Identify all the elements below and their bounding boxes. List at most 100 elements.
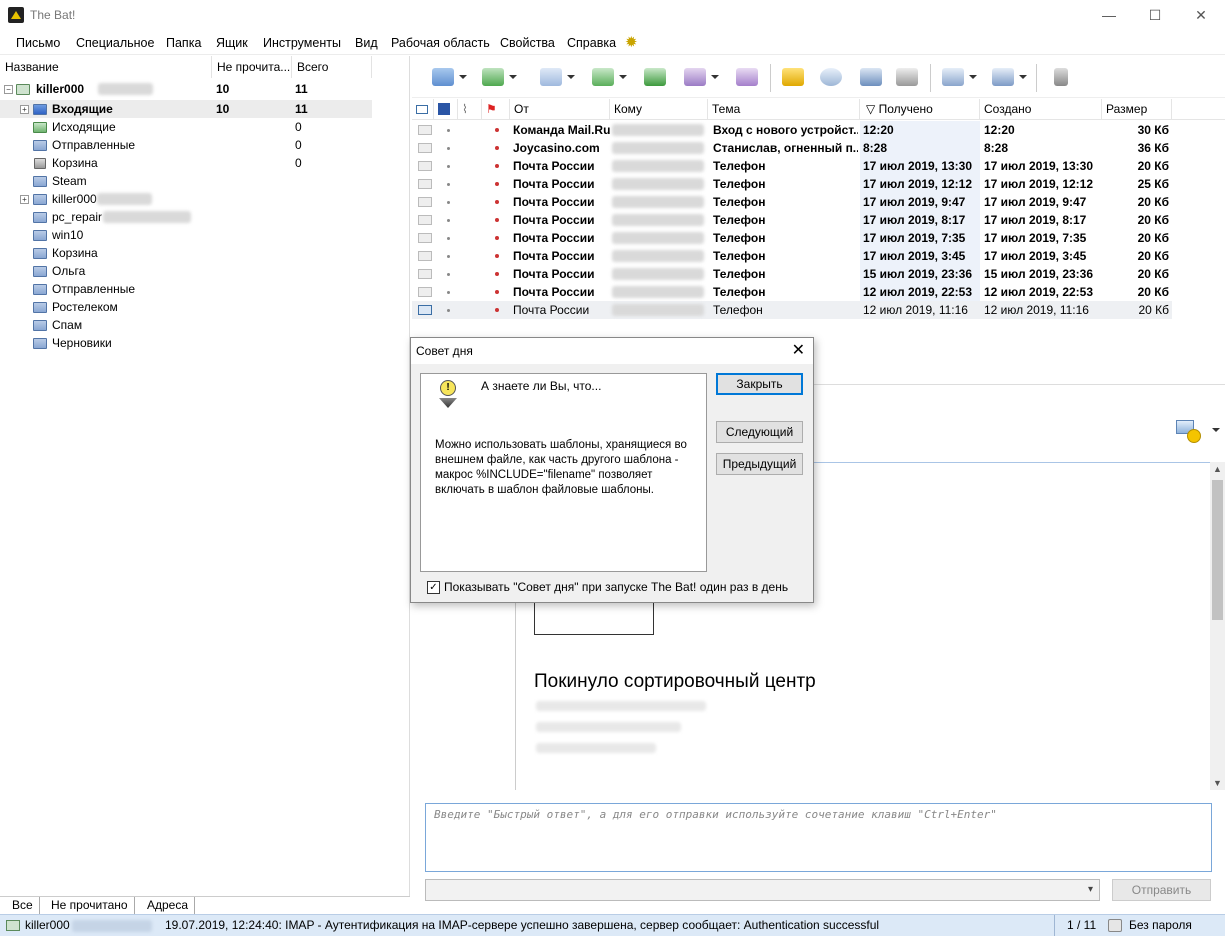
menu-view[interactable]: Вид xyxy=(355,36,378,50)
folder-steam[interactable]: Steam xyxy=(0,172,372,190)
folder-korzina[interactable]: Корзина xyxy=(0,244,372,262)
scroll-down-icon[interactable]: ▼ xyxy=(1213,778,1222,788)
account-row[interactable]: − killer000 10 11 xyxy=(0,80,372,98)
minimize-button[interactable]: — xyxy=(1086,0,1132,30)
tab-all[interactable]: Все xyxy=(6,897,40,914)
folder-sent-2[interactable]: Отправленные xyxy=(0,280,372,298)
preview-options-button[interactable] xyxy=(1176,418,1220,446)
delete-button[interactable] xyxy=(1046,62,1076,92)
expand-icon[interactable]: + xyxy=(20,105,29,114)
template-select[interactable]: ▾ xyxy=(425,879,1100,901)
column-received-label: Получено xyxy=(878,102,933,116)
message-row-selected[interactable]: Почта России Телефон 12 июл 2019, 11:16 12 … xyxy=(412,301,1172,319)
tab-unread[interactable]: Не прочитано xyxy=(45,897,135,914)
folder-sent[interactable]: Отправленные 0 xyxy=(0,136,372,154)
folder-total: 11 xyxy=(295,102,308,116)
folder-killer[interactable]: + killer000 xyxy=(0,190,372,208)
new-message-button[interactable] xyxy=(536,62,575,92)
message-row[interactable]: Joycasino.com Станислав, огненный п... 8:2… xyxy=(412,139,1172,157)
column-from[interactable]: От xyxy=(510,99,610,120)
column-received[interactable]: ▽ Получено xyxy=(860,99,980,120)
folder-outbox[interactable]: Исходящие 0 xyxy=(0,118,372,136)
dialog-close-icon[interactable]: ✕ xyxy=(792,341,805,361)
folder-label: Корзина xyxy=(52,156,98,170)
message-row[interactable]: Почта России Телефон 17 июл 2019, 13:30 17 … xyxy=(412,157,1172,175)
message-row[interactable]: Почта России Телефон 15 июл 2019, 23:36 15 … xyxy=(412,265,1172,283)
folder-drafts[interactable]: Черновики xyxy=(0,334,372,352)
menu-properties[interactable]: Свойства xyxy=(500,36,555,50)
folder-win10[interactable]: win10 xyxy=(0,226,372,244)
quick-reply-input[interactable]: Введите "Быстрый ответ", а для его отпра… xyxy=(425,803,1212,872)
column-to[interactable]: Кому xyxy=(610,99,708,120)
message-received: 12:20 xyxy=(863,123,894,137)
message-size: 20 Кб xyxy=(1137,195,1169,209)
message-row[interactable]: Почта России Телефон 17 июл 2019, 12:12 17 … xyxy=(412,175,1172,193)
get-mail-icon xyxy=(432,68,454,86)
preview-scrollbar[interactable]: ▲ ▼ xyxy=(1210,462,1225,790)
address-book-button[interactable] xyxy=(778,62,808,92)
column-flag[interactable]: ⚑ xyxy=(482,99,510,120)
dialog-close-button[interactable]: Закрыть xyxy=(716,373,803,395)
message-row[interactable]: Почта России Телефон 17 июл 2019, 9:47 17 и… xyxy=(412,193,1172,211)
print-button[interactable] xyxy=(892,62,922,92)
message-subject: Телефон xyxy=(713,285,766,299)
collapse-icon[interactable]: − xyxy=(4,85,13,94)
column-subject[interactable]: Тема xyxy=(708,99,860,120)
menu-special[interactable]: Специальное xyxy=(76,36,154,50)
folder-rostelecom[interactable]: Ростелеком xyxy=(0,298,372,316)
column-priority[interactable] xyxy=(434,99,458,120)
reply-button[interactable] xyxy=(588,62,627,92)
menu-tools[interactable]: Инструменты xyxy=(263,36,341,50)
forward-button[interactable] xyxy=(680,62,719,92)
folder-olga[interactable]: Ольга xyxy=(0,262,372,280)
message-row[interactable]: Почта России Телефон 17 июл 2019, 8:17 17 и… xyxy=(412,211,1172,229)
column-status[interactable] xyxy=(412,99,434,120)
expand-icon[interactable]: + xyxy=(20,195,29,204)
send-button[interactable]: Отправить xyxy=(1112,879,1211,901)
column-size[interactable]: Размер xyxy=(1102,99,1172,120)
folder-icon xyxy=(33,338,47,349)
show-tips-checkbox[interactable]: ✓ xyxy=(427,581,440,594)
reply-all-button[interactable] xyxy=(640,62,670,92)
export-button[interactable] xyxy=(938,62,977,92)
scroll-up-icon[interactable]: ▲ xyxy=(1213,464,1222,474)
menu-folder[interactable]: Папка xyxy=(166,36,201,50)
menu-help[interactable]: Справка xyxy=(567,36,616,50)
sent-icon xyxy=(33,140,47,151)
paperclip-icon: ⌇ xyxy=(462,102,468,116)
message-row[interactable]: Команда Mail.Ru Вход с нового устройст...… xyxy=(412,121,1172,139)
column-total[interactable]: Всего xyxy=(292,56,372,78)
previous-tip-button[interactable]: Предыдущий xyxy=(716,453,803,475)
show-tips-label[interactable]: Показывать "Совет дня" при запуске The B… xyxy=(444,580,788,594)
folder-spam[interactable]: Спам xyxy=(0,316,372,334)
menu-letter[interactable]: Письмо xyxy=(16,36,60,50)
next-tip-button[interactable]: Следующий xyxy=(716,421,803,443)
column-unread[interactable]: Не прочита... xyxy=(212,56,292,78)
folder-pc-repair[interactable]: pc_repair xyxy=(0,208,372,226)
message-row[interactable]: Почта России Телефон 17 июл 2019, 7:35 17 и… xyxy=(412,229,1172,247)
column-attachment[interactable]: ⌇ xyxy=(458,99,482,120)
menu-mailbox[interactable]: Ящик xyxy=(216,36,248,50)
lightbulb-icon: ! xyxy=(437,380,459,410)
status-bar: killer000 19.07.2019, 12:24:40: IMAP - А… xyxy=(0,914,1225,936)
copy-to-button[interactable] xyxy=(988,62,1027,92)
find-button[interactable] xyxy=(816,62,846,92)
gear-icon[interactable]: ✹ xyxy=(625,33,638,51)
close-window-button[interactable]: ✕ xyxy=(1178,0,1224,30)
send-mail-button[interactable] xyxy=(478,62,517,92)
save-button[interactable] xyxy=(856,62,886,92)
tab-addresses[interactable]: Адреса xyxy=(141,897,196,914)
folder-inbox[interactable]: + Входящие 10 11 xyxy=(0,100,372,118)
get-mail-button[interactable] xyxy=(428,62,467,92)
scrollbar-thumb[interactable] xyxy=(1212,480,1223,620)
message-row[interactable]: Почта России Телефон 12 июл 2019, 22:53 12 … xyxy=(412,283,1172,301)
message-row[interactable]: Почта России Телефон 17 июл 2019, 3:45 17 и… xyxy=(412,247,1172,265)
column-created[interactable]: Создано xyxy=(980,99,1102,120)
message-received: 17 июл 2019, 3:45 xyxy=(863,249,966,263)
column-name[interactable]: Название xyxy=(0,56,212,78)
maximize-button[interactable]: ☐ xyxy=(1132,0,1178,30)
flag-dot-icon xyxy=(495,236,499,240)
redirect-button[interactable] xyxy=(732,62,762,92)
folder-trash[interactable]: Корзина 0 xyxy=(0,154,372,172)
menu-workspace[interactable]: Рабочая область xyxy=(391,36,490,50)
